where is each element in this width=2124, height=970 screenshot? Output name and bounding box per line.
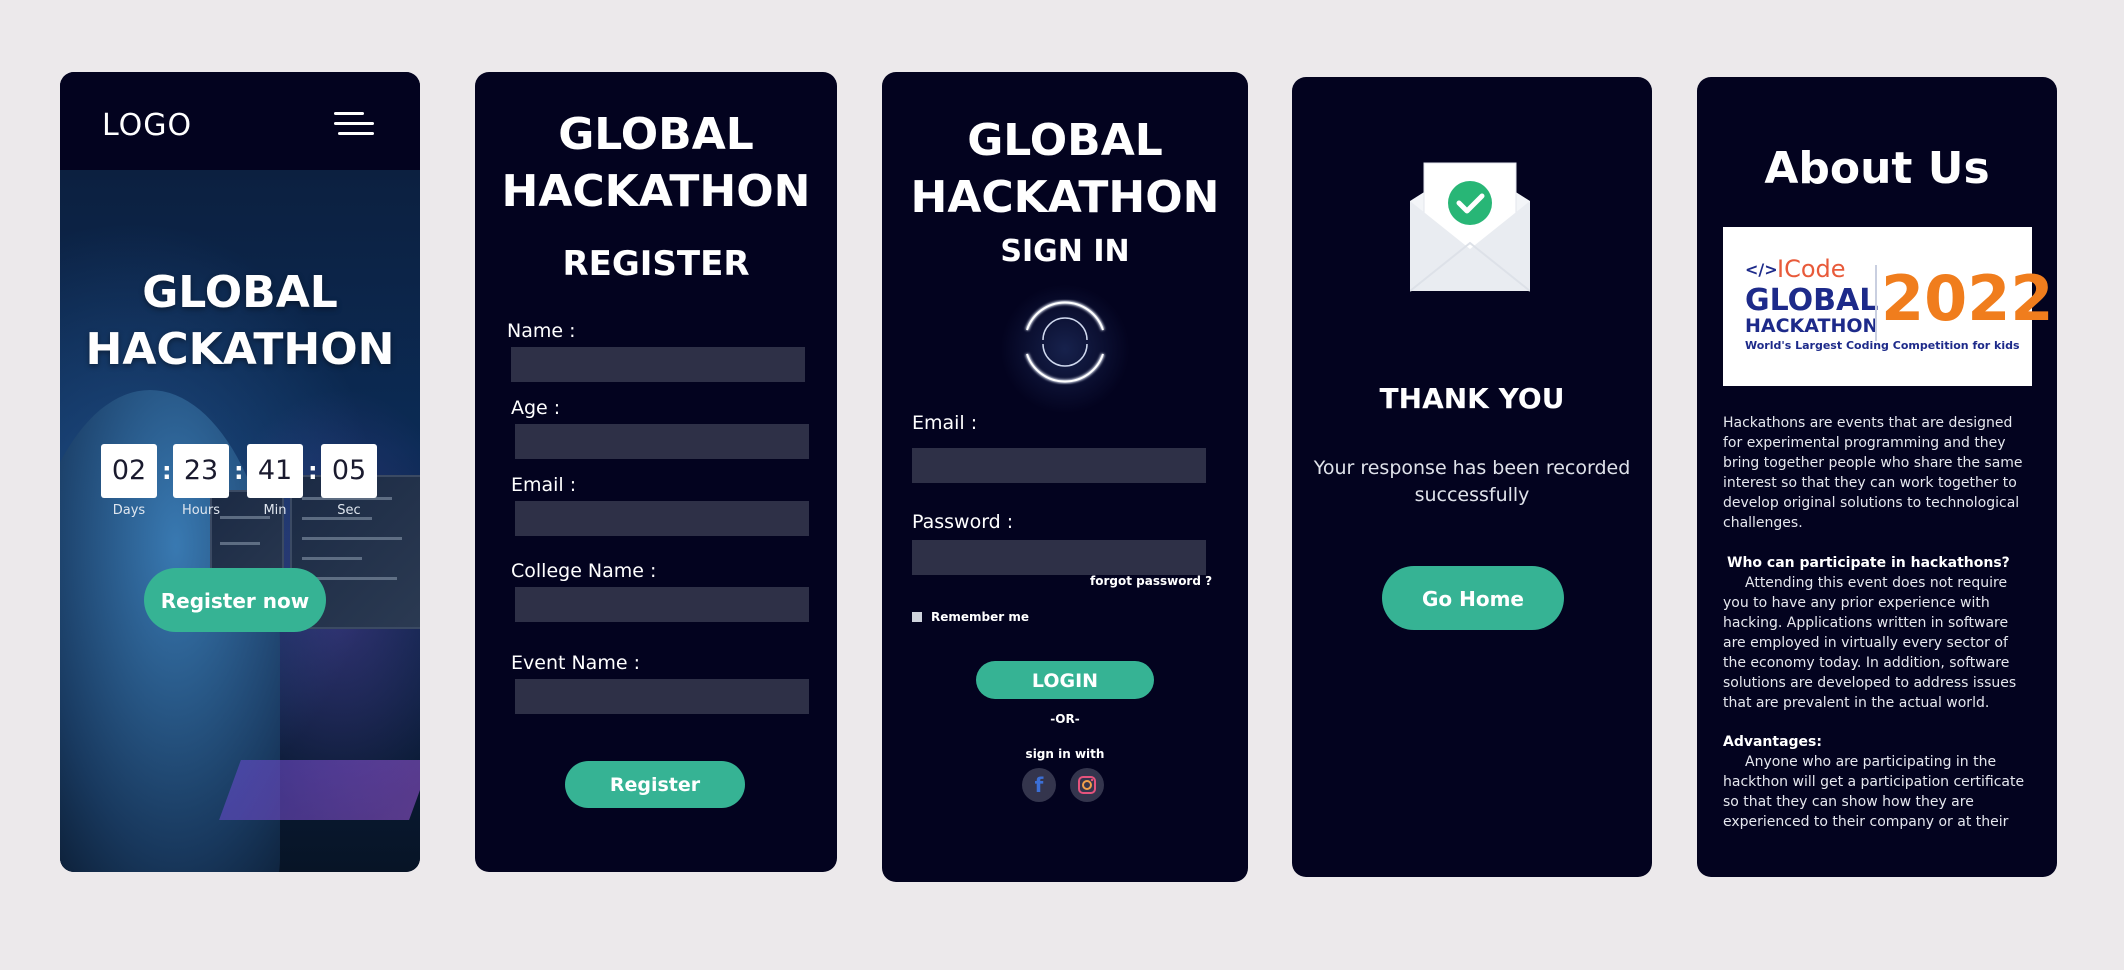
register-screen: GLOBAL HACKATHON REGISTER Name : Age : E… bbox=[475, 72, 837, 872]
name-field[interactable] bbox=[511, 347, 805, 382]
countdown-minutes: 41 bbox=[247, 444, 303, 498]
register-submit-button[interactable]: Register bbox=[565, 761, 745, 808]
countdown-hours: 23 bbox=[173, 444, 229, 498]
go-home-button[interactable]: Go Home bbox=[1382, 566, 1564, 630]
countdown-separator: : bbox=[234, 457, 244, 485]
envelope-check-icon bbox=[1410, 162, 1530, 292]
event-name-field[interactable] bbox=[515, 679, 809, 714]
college-name-label: College Name : bbox=[511, 560, 657, 582]
advantages-text: Anyone who are participating in the hack… bbox=[1723, 754, 2025, 830]
register-heading: REGISTER bbox=[562, 244, 750, 284]
countdown-seconds-label: Sec bbox=[337, 503, 361, 518]
age-field[interactable] bbox=[515, 424, 809, 459]
countdown-days: 02 bbox=[101, 444, 157, 498]
who-can-participate-heading: Who can participate in hackathons? bbox=[1727, 555, 2010, 571]
countdown-hours-label: Hours bbox=[181, 503, 221, 518]
about-us-screen: About Us </> ICode GLOBAL HACKATHON 2022… bbox=[1697, 77, 2057, 877]
forgot-password-link[interactable]: forgot password ? bbox=[1090, 574, 1212, 588]
register-now-button[interactable]: Register now bbox=[144, 568, 326, 632]
facebook-icon[interactable]: f bbox=[1022, 768, 1056, 802]
password-label: Password : bbox=[912, 511, 1014, 533]
countdown-days-label: Days bbox=[112, 503, 146, 518]
thank-you-heading: THANK YOU bbox=[1379, 382, 1565, 415]
email-field[interactable] bbox=[515, 501, 809, 536]
hamburger-menu-icon[interactable] bbox=[334, 112, 374, 142]
banner-tagline: World's Largest Coding Competition for k… bbox=[1745, 339, 2020, 352]
about-intro-paragraph: Hackathons are events that are designed … bbox=[1723, 415, 2023, 531]
sign-in-heading: SIGN IN bbox=[1000, 234, 1130, 269]
thank-you-screen: THANK YOU Your response has been recorde… bbox=[1292, 77, 1652, 877]
banner-year: 2022 bbox=[1881, 262, 2054, 335]
advantages-heading: Advantages: bbox=[1723, 734, 1822, 750]
email-label: Email : bbox=[511, 474, 577, 496]
signin-event-title: GLOBAL HACKATHON bbox=[910, 115, 1220, 223]
user-avatar-icon bbox=[1025, 300, 1105, 384]
home-screen: LOGO GLOBAL HACKATHON 02 Days : 23 Hours… bbox=[60, 72, 420, 872]
signin-email-field[interactable] bbox=[912, 448, 1206, 483]
college-name-field[interactable] bbox=[515, 587, 809, 622]
or-divider: -OR- bbox=[1050, 712, 1080, 726]
confirmation-message: Your response has been recorded successf… bbox=[1313, 457, 1631, 506]
login-button[interactable]: LOGIN bbox=[976, 661, 1154, 699]
who-can-participate-text: Attending this event does not require yo… bbox=[1723, 575, 2017, 711]
top-nav: LOGO bbox=[60, 72, 420, 170]
banner-global: GLOBAL bbox=[1745, 283, 1879, 318]
instagram-icon[interactable] bbox=[1070, 768, 1104, 802]
countdown-separator: : bbox=[308, 457, 318, 485]
countdown-minutes-label: Min bbox=[263, 503, 287, 518]
hero-keyboard-glow bbox=[219, 760, 420, 820]
event-name-label: Event Name : bbox=[511, 652, 640, 674]
signin-email-label: Email : bbox=[912, 412, 978, 434]
sign-in-screen: GLOBAL HACKATHON SIGN IN Email : Passwor… bbox=[882, 72, 1248, 882]
remember-me-label: Remember me bbox=[931, 610, 1029, 624]
countdown-seconds: 05 bbox=[321, 444, 377, 498]
password-field[interactable] bbox=[912, 540, 1206, 575]
banner-divider bbox=[1875, 265, 1877, 341]
icode-brand: ICode bbox=[1777, 255, 1846, 283]
age-label: Age : bbox=[511, 397, 561, 419]
logo[interactable]: LOGO bbox=[102, 108, 192, 143]
sign-in-with-label: sign in with bbox=[1025, 747, 1105, 761]
remember-me-checkbox[interactable] bbox=[912, 612, 922, 622]
banner-hackathon: HACKATHON bbox=[1745, 315, 1879, 337]
register-event-title: GLOBAL HACKATHON bbox=[501, 109, 811, 217]
hero-title: GLOBAL HACKATHON bbox=[85, 267, 395, 375]
code-brackets-icon: </> bbox=[1745, 260, 1778, 279]
countdown-separator: : bbox=[162, 457, 172, 485]
about-us-heading: About Us bbox=[1764, 143, 1990, 194]
name-label: Name : bbox=[507, 320, 576, 342]
icode-banner-logo: </> ICode GLOBAL HACKATHON 2022 World's … bbox=[1723, 227, 2054, 386]
